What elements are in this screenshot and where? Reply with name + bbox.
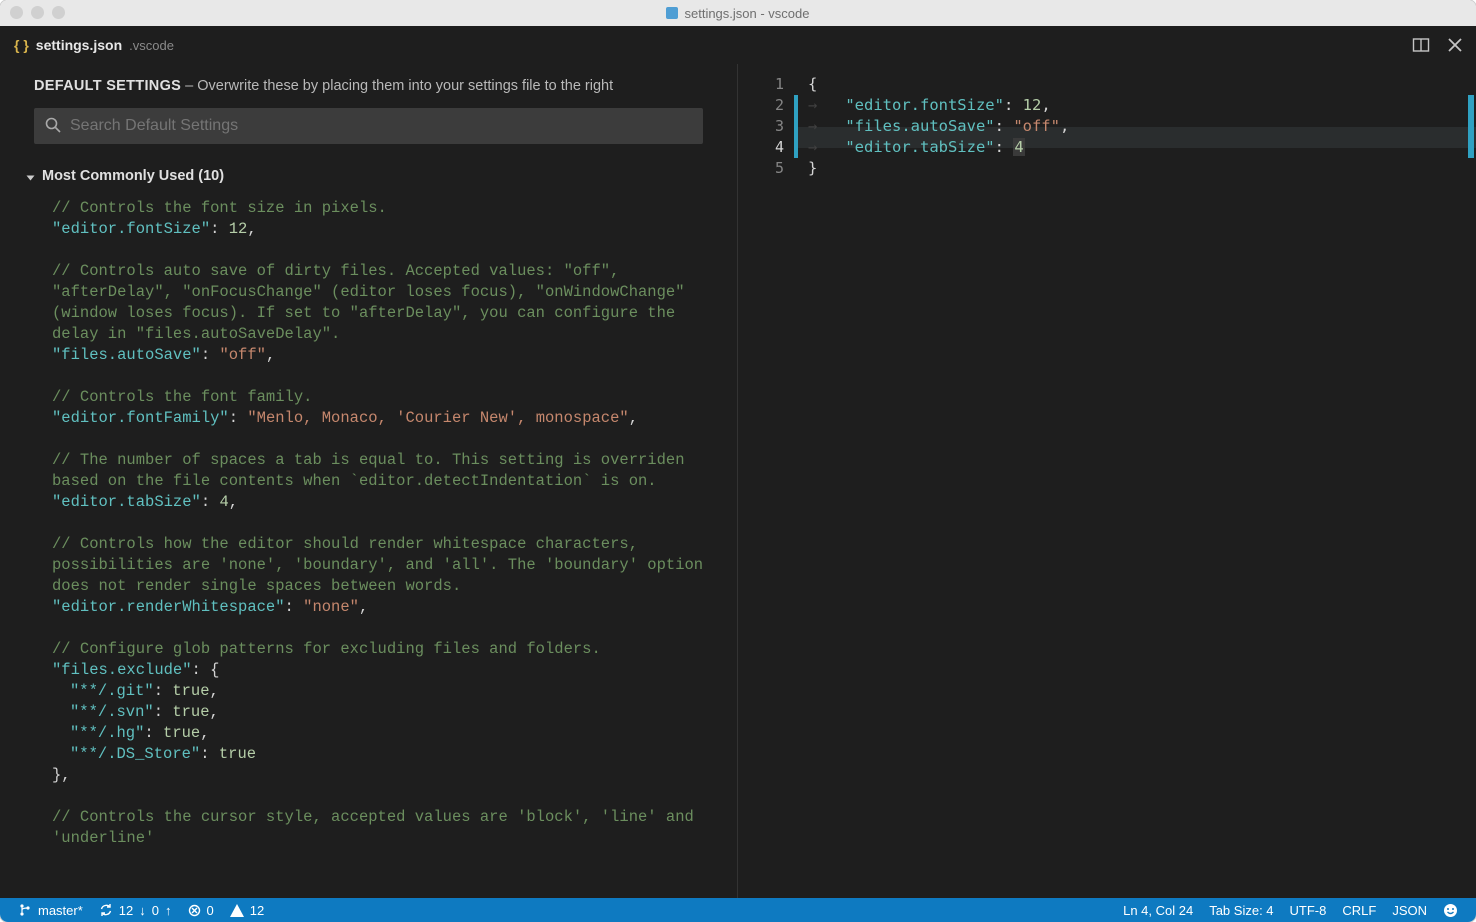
line-number: 5	[738, 158, 784, 179]
default-settings-header: DEFAULT SETTINGS – Overwrite these by pl…	[0, 64, 737, 104]
line-number: 1	[738, 74, 784, 95]
tab-folder: .vscode	[129, 38, 174, 53]
window-controls[interactable]	[10, 6, 65, 19]
setting-sub-entry[interactable]: "**/.svn": true,	[52, 702, 717, 723]
status-language-mode[interactable]: JSON	[1384, 903, 1435, 918]
status-encoding[interactable]: UTF-8	[1282, 903, 1335, 918]
json-file-icon: { }	[14, 37, 29, 53]
status-bar: master* 12↓ 0↑ 0 12 Ln 4, Col 24 Tab Siz…	[0, 898, 1476, 922]
setting-comment: // Configure glob patterns for excluding…	[52, 639, 717, 660]
minimize-window-icon[interactable]	[31, 6, 44, 19]
line-number: 3	[738, 116, 784, 137]
default-settings-listing[interactable]: // Controls the font size in pixels."edi…	[0, 188, 737, 898]
default-settings-pane: DEFAULT SETTINGS – Overwrite these by pl…	[0, 64, 738, 898]
status-errors[interactable]: 0	[180, 898, 222, 922]
setting-comment: // The number of spaces a tab is equal t…	[52, 450, 717, 492]
setting-entry[interactable]: "files.autoSave": "off",	[52, 345, 717, 366]
search-icon	[44, 116, 62, 139]
close-editor-icon[interactable]	[1448, 38, 1462, 52]
setting-sub-entry[interactable]: "**/.git": true,	[52, 681, 717, 702]
setting-entry[interactable]: "editor.tabSize": 4,	[52, 492, 717, 513]
close-window-icon[interactable]	[10, 6, 23, 19]
feedback-smiley-icon[interactable]	[1435, 903, 1466, 918]
tab-filename: settings.json	[36, 37, 122, 53]
status-cursor-position[interactable]: Ln 4, Col 24	[1115, 903, 1201, 918]
line-number: 2	[738, 95, 784, 116]
editor-line[interactable]: }	[808, 158, 1476, 179]
setting-entry-close: },	[52, 765, 717, 786]
user-settings-editor[interactable]: 12345 {→ "editor.fontSize": 12,→ "files.…	[738, 64, 1476, 898]
vscode-logo-icon	[666, 7, 678, 19]
section-most-commonly-used[interactable]: Most Commonly Used (10)	[0, 154, 737, 188]
line-number-gutter: 12345	[738, 64, 794, 898]
setting-entry[interactable]: "editor.fontSize": 12,	[52, 219, 717, 240]
window-title: settings.json - vscode	[684, 6, 809, 21]
status-branch[interactable]: master*	[10, 898, 91, 922]
editor-tabstrip: { } settings.json .vscode	[0, 26, 1476, 64]
setting-comment: // Controls the font family.	[52, 387, 717, 408]
setting-entry[interactable]: "files.exclude": {	[52, 660, 717, 681]
split-editor-icon[interactable]	[1412, 36, 1430, 54]
setting-comment: // Controls auto save of dirty files. Ac…	[52, 261, 717, 345]
setting-comment: // Controls how the editor should render…	[52, 534, 717, 597]
arrow-up-icon: ↑	[165, 903, 172, 918]
setting-comment: // Controls the font size in pixels.	[52, 198, 717, 219]
editor-line[interactable]: → "files.autoSave": "off",	[808, 116, 1476, 137]
zoom-window-icon[interactable]	[52, 6, 65, 19]
search-default-settings-input[interactable]	[34, 108, 703, 144]
setting-entry[interactable]: "editor.renderWhitespace": "none",	[52, 597, 717, 618]
macos-titlebar: settings.json - vscode	[0, 0, 1476, 26]
setting-entry[interactable]: "editor.fontFamily": "Menlo, Monaco, 'Co…	[52, 408, 717, 429]
status-tab-size[interactable]: Tab Size: 4	[1201, 903, 1281, 918]
status-warnings[interactable]: 12	[222, 898, 272, 922]
setting-sub-entry[interactable]: "**/.hg": true,	[52, 723, 717, 744]
arrow-down-icon: ↓	[139, 903, 146, 918]
setting-sub-entry[interactable]: "**/.DS_Store": true	[52, 744, 717, 765]
editor-line[interactable]: {	[808, 74, 1476, 95]
editor-line[interactable]: → "editor.tabSize": 4	[808, 137, 1476, 158]
line-number: 4	[738, 137, 784, 158]
editor-line[interactable]: → "editor.fontSize": 12,	[808, 95, 1476, 116]
status-eol[interactable]: CRLF	[1334, 903, 1384, 918]
setting-comment: // Controls the cursor style, accepted v…	[52, 807, 717, 849]
status-sync[interactable]: 12↓ 0↑	[91, 898, 180, 922]
tab-settings-json[interactable]: { } settings.json .vscode	[0, 26, 188, 64]
